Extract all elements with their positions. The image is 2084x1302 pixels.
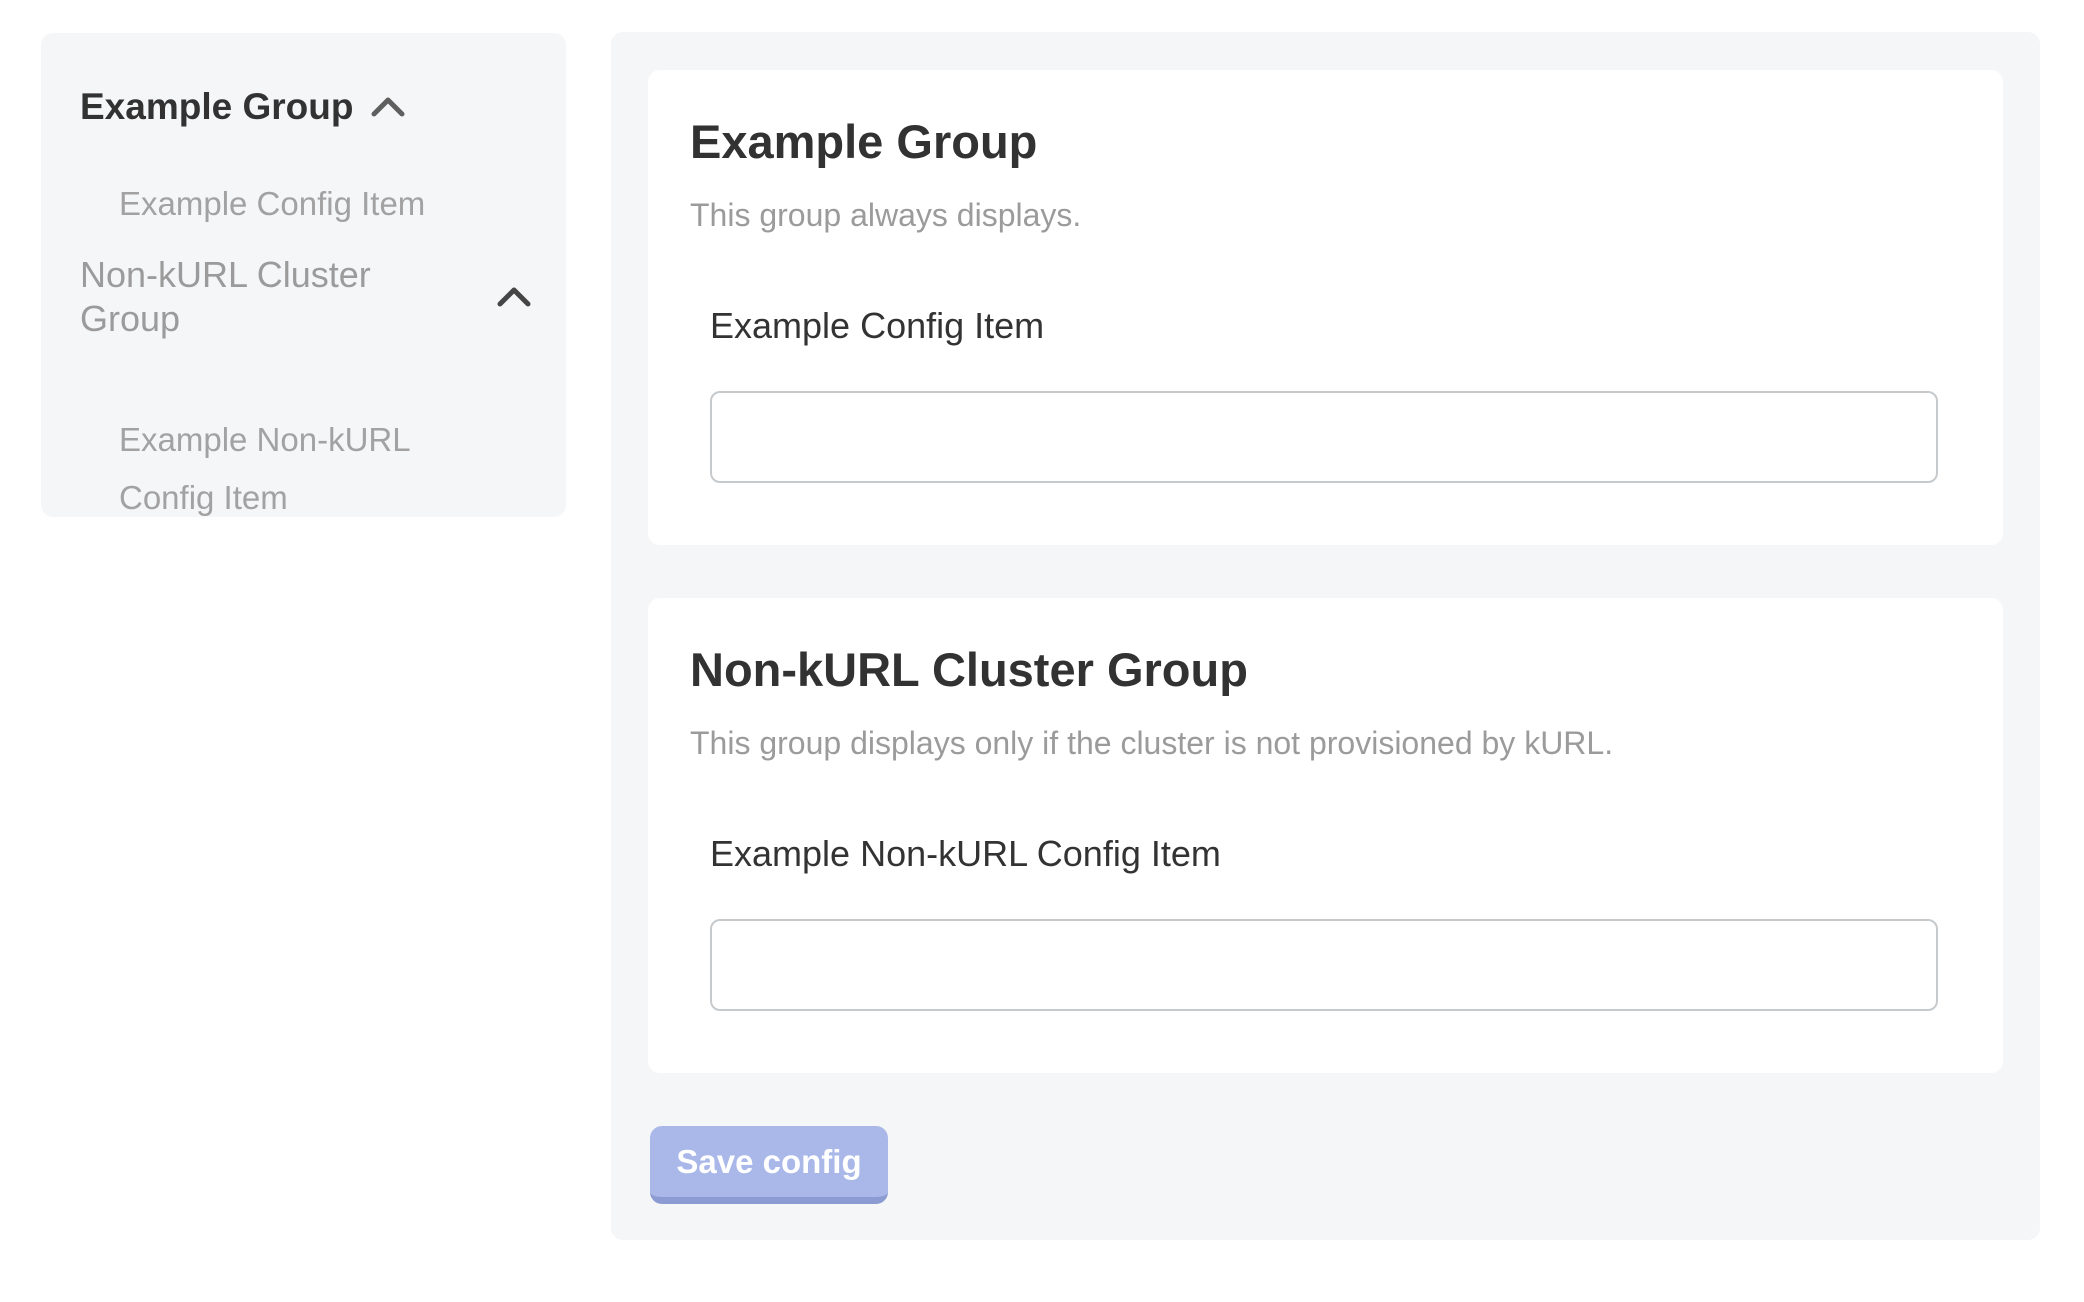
example-non-kurl-config-item-input[interactable] (710, 919, 1938, 1011)
chevron-up-icon[interactable] (496, 286, 532, 308)
chevron-up-icon[interactable] (370, 96, 406, 118)
config-group-card-example-group: Example Group This group always displays… (648, 70, 2003, 545)
sidebar-group-example-group[interactable]: Example Group (80, 85, 532, 129)
group-description: This group displays only if the cluster … (690, 723, 1961, 763)
config-panel: Example Group This group always displays… (611, 32, 2040, 1240)
example-config-item-input[interactable] (710, 391, 1938, 483)
save-config-button[interactable]: Save config (650, 1126, 888, 1204)
sidebar-group-label: Example Group (80, 85, 353, 129)
config-item-label: Example Non-kURL Config Item (710, 831, 1961, 877)
config-group-card-non-kurl-cluster-group: Non-kURL Cluster Group This group displa… (648, 598, 2003, 1073)
config-item-label: Example Config Item (710, 303, 1961, 349)
group-title: Non-kURL Cluster Group (690, 642, 1961, 698)
sidebar-item-example-config-item[interactable]: Example Config Item (119, 184, 532, 224)
config-item: Example Config Item (710, 303, 1961, 483)
sidebar-group-non-kurl-cluster-group[interactable]: Non-kURL Cluster Group (80, 253, 532, 341)
config-nav-sidebar: Example Group Example Config Item Non-kU… (41, 33, 566, 517)
sidebar-item-example-non-kurl-config-item[interactable]: Example Non-kURL Config Item (119, 411, 469, 527)
group-description: This group always displays. (690, 195, 1961, 235)
sidebar-group-label: Non-kURL Cluster Group (80, 253, 479, 341)
group-title: Example Group (690, 114, 1961, 170)
config-item: Example Non-kURL Config Item (710, 831, 1961, 1011)
